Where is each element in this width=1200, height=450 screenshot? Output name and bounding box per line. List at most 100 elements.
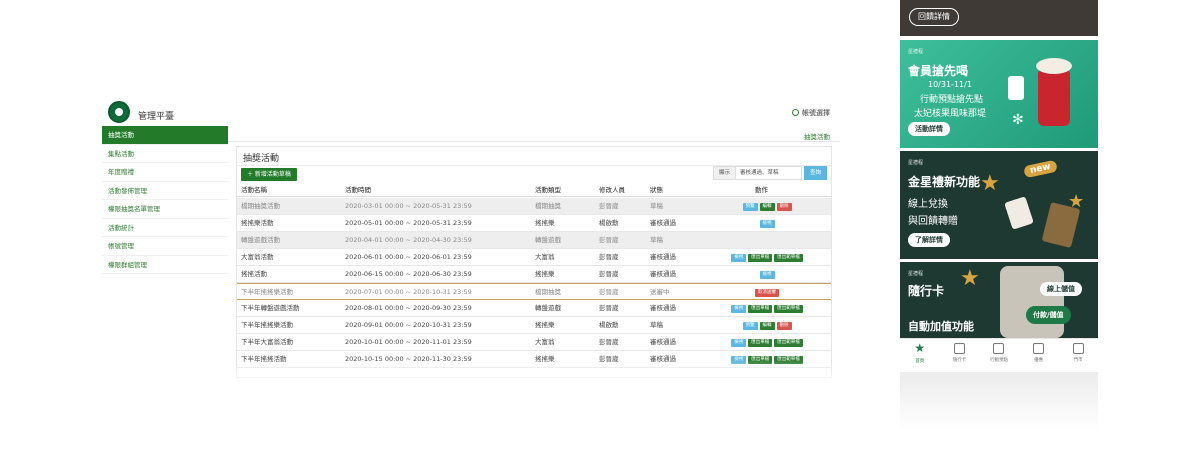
sidebar-item-lottery[interactable]: 抽獎活動 (102, 126, 228, 145)
nav-label: 門市 (1073, 358, 1083, 363)
bottom-nav: ★ 首頁 隨行卡 行動預點 優惠 門市 (900, 338, 1098, 372)
admin-topbar: 管理平臺 帳號選擇 (102, 98, 840, 126)
nav-label: 行動預點 (989, 358, 1008, 363)
activity-name: 下半年大富翁活動 (241, 338, 293, 346)
action-button[interactable]: 匯出單檔 (748, 338, 773, 347)
activity-name: 下半年搖搖樂活動 (241, 288, 293, 296)
card-kicker: 星禮程 (908, 49, 924, 55)
activity-panel: 抽獎活動 ＋ 新增活動草稿 顯示 審核通過、草稿 查詢 活動名稱 活動時間 活動… (236, 146, 832, 378)
action-button[interactable]: 檢視 (731, 253, 747, 262)
store-icon (1072, 343, 1084, 354)
add-draft-button[interactable]: ＋ 新增活動草稿 (241, 168, 297, 181)
reflection-fade (100, 360, 842, 420)
filter-bar: 顯示 審核通過、草稿 查詢 (712, 166, 827, 180)
activity-time: 2020-06-01 00:00 ~ 2020-06-01 23:59 (345, 253, 472, 261)
action-button[interactable]: 預覽 (742, 321, 758, 330)
activity-type: 搖搖樂 (535, 270, 555, 278)
action-button[interactable]: 編輯 (759, 321, 775, 330)
activity-type: 大富翁 (535, 338, 555, 346)
action-button[interactable]: 檢視 (731, 338, 747, 347)
action-button[interactable]: 檢視 (759, 219, 775, 228)
event-details-button[interactable]: 活動詳情 (908, 122, 950, 136)
card-kicker: 星禮程 (908, 160, 924, 166)
account-label: 帳號選擇 (802, 109, 830, 117)
modified-by: 彭晉崴 (599, 236, 619, 244)
card-title: 隨行卡 (908, 284, 945, 298)
cup-icon (1004, 196, 1034, 230)
activity-time: 2020-07-01 00:00 ~ 2020-10-31 23:59 (345, 288, 472, 296)
learn-more-button[interactable]: 了解詳情 (908, 233, 950, 247)
status-text: 審核通過 (650, 219, 676, 227)
nav-offers[interactable]: 優惠 (1019, 339, 1059, 372)
promo-card-gold-star[interactable]: 星禮程 金星禮新功能 線上兌換 與回饋轉贈 了解詳情 new ★ ★ (900, 151, 1098, 259)
status-text: 草稿 (650, 321, 663, 329)
activity-type: 搖搖樂 (535, 321, 555, 329)
modified-by: 彭晉崴 (599, 304, 619, 312)
nav-card[interactable]: 隨行卡 (940, 339, 980, 372)
search-button[interactable]: 查詢 (803, 166, 827, 180)
modified-by: 彭晉崴 (599, 288, 619, 296)
action-button[interactable]: 匯出範單檔 (774, 253, 803, 262)
user-icon (792, 109, 799, 116)
activity-time: 2020-06-15 00:00 ~ 2020-06-30 23:59 (345, 270, 472, 278)
status-text: 送審中 (650, 288, 670, 296)
ticket-icon (1033, 343, 1045, 354)
table-row: 檔期抽獎活動 2020-03-01 00:00 ~ 2020-05-31 23:5… (237, 198, 831, 215)
account-menu[interactable]: 帳號選擇 (792, 108, 830, 118)
sidebar-item-points[interactable]: 集點活動 (102, 145, 228, 163)
column-header: 狀態 (650, 186, 663, 194)
breadcrumb[interactable]: 抽獎活動 (804, 131, 830, 141)
action-button[interactable]: 刪除 (776, 202, 792, 211)
nav-home[interactable]: ★ 首頁 (900, 339, 940, 372)
nav-label: 隨行卡 (952, 358, 967, 363)
table-row: 下半年轉盤遊戲活動 2020-08-01 00:00 ~ 2020-09-30 2… (237, 300, 831, 317)
modified-by: 楊啟勳 (599, 219, 619, 227)
sidebar-item-publish[interactable]: 活動發佈管理 (102, 182, 228, 200)
card-title: 會員搶先喝 (908, 64, 969, 78)
sidebar-item-accounts[interactable]: 帳號管理 (102, 237, 228, 256)
nav-stores[interactable]: 門市 (1058, 339, 1098, 372)
promo-card-stored-value[interactable]: 星禮程 隨行卡 自動加值功能 線上儲值 付款/儲值 ★ (900, 262, 1098, 338)
card-line: 線上兌換 (908, 199, 948, 210)
filter-select[interactable]: 審核通過、草稿 (735, 166, 802, 180)
pay-topup-button[interactable]: 付款/儲值 (1026, 306, 1071, 324)
modified-by: 彭晉崴 (599, 338, 619, 346)
activity-type: 轉盤遊戲 (535, 304, 561, 312)
sidebar-item-winner-list[interactable]: 權限抽獎名單管理 (102, 200, 228, 219)
card-line: 自動加值功能 (908, 320, 974, 333)
sidebar-item-permissions[interactable]: 權限群組管理 (102, 256, 228, 274)
table-row: 下半年搖搖樂活動 2020-07-01 00:00 ~ 2020-10-31 23… (237, 283, 831, 300)
action-button[interactable]: 匯出單檔 (748, 253, 773, 262)
row-actions: 檢視 匯出單檔 匯出範單檔 (707, 300, 827, 313)
mobile-header: 回饋詳情 (900, 0, 1098, 36)
action-button[interactable]: 預覽 (742, 202, 758, 211)
sidebar-item-stats[interactable]: 活動統計 (102, 219, 228, 237)
modified-by: 楊啟勳 (599, 321, 619, 329)
reward-details-button[interactable]: 回饋詳情 (909, 8, 959, 26)
table-row: 下半年搖搖樂活動 2020-09-01 00:00 ~ 2020-10-31 23… (237, 317, 831, 334)
column-header: 活動名稱 (241, 186, 267, 194)
status-text: 審核通過 (650, 253, 676, 261)
promo-card-member[interactable]: 星禮程 會員搶先喝 10/31-11/1 行動預點搶先點 太妃核果風味那堤 活動… (900, 40, 1098, 148)
action-button[interactable]: 檢視 (731, 304, 747, 313)
activity-time: 2020-03-01 00:00 ~ 2020-05-31 23:59 (345, 202, 472, 210)
action-button[interactable]: 取消送審 (755, 288, 779, 297)
action-button[interactable]: 匯出範單檔 (774, 304, 803, 313)
sidebar-item-annual-gift[interactable]: 年度贈禮 (102, 163, 228, 182)
action-button[interactable]: 刪除 (776, 321, 792, 330)
action-button[interactable]: 檢視 (759, 270, 775, 279)
activity-name: 大富翁活動 (241, 253, 274, 261)
star-icon: ★ (914, 341, 926, 355)
action-button[interactable]: 匯出範單檔 (774, 338, 803, 347)
nav-order[interactable]: 行動預點 (979, 339, 1019, 372)
star-icon: ★ (980, 171, 1000, 196)
action-button[interactable]: 匯出單檔 (748, 304, 773, 313)
whipped-cream-icon (1036, 58, 1072, 74)
sidebar: 抽獎活動 集點活動 年度贈禮 活動發佈管理 權限抽獎名單管理 活動統計 帳號管理… (102, 126, 228, 378)
online-topup-button[interactable]: 線上儲值 (1040, 282, 1082, 296)
row-actions: 檢視 匯出單檔 匯出範單檔 (707, 334, 827, 347)
mobile-app: 回饋詳情 星禮程 會員搶先喝 10/31-11/1 行動預點搶先點 太妃核果風味… (900, 0, 1098, 450)
status-text: 審核通過 (650, 270, 676, 278)
activity-name: 下半年轉盤遊戲活動 (241, 304, 300, 312)
action-button[interactable]: 編輯 (759, 202, 775, 211)
